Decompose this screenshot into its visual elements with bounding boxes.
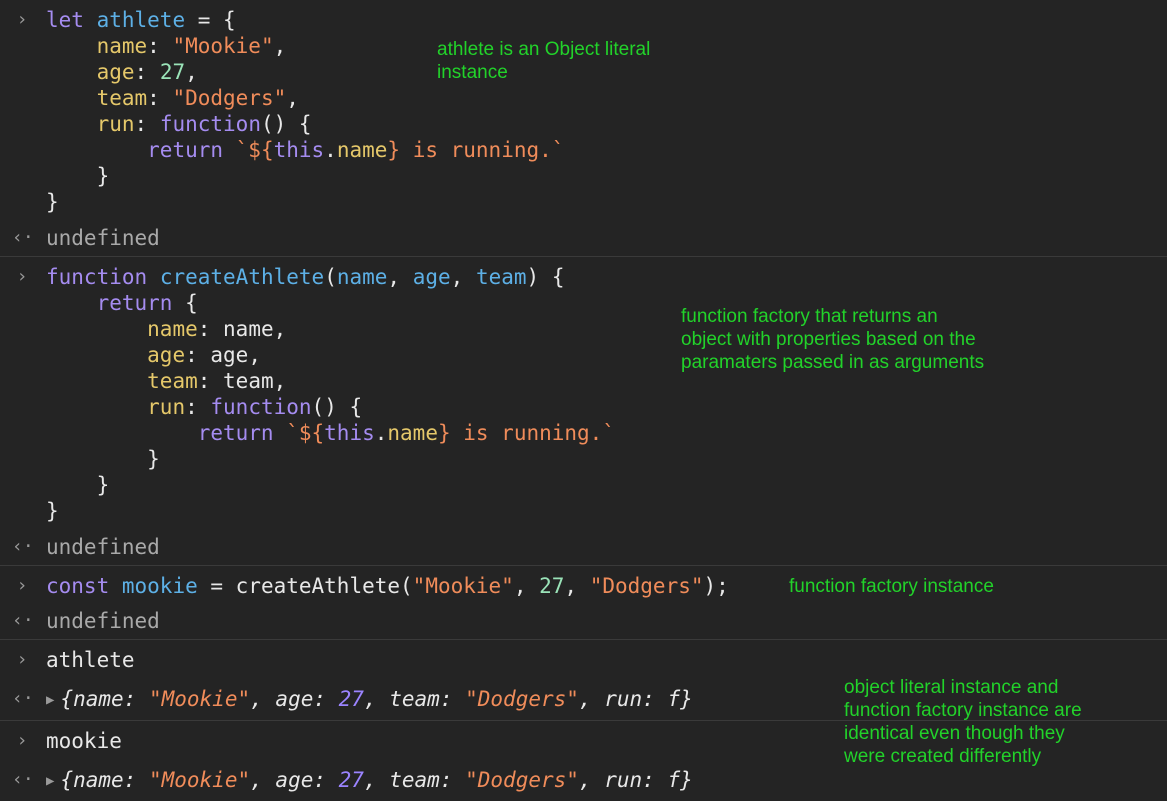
result-value: undefined <box>46 535 160 559</box>
result-arrow-icon: ‹· <box>12 610 34 631</box>
object-preview[interactable]: ▶ {name: "Mookie", age: 27, team: "Dodger… <box>46 686 693 713</box>
annotation-note: function factory that returns an object … <box>681 306 985 373</box>
code-line[interactable]: return `${this.name} is running.` <box>46 137 564 163</box>
object-preview[interactable]: ▶ {name: "Mookie", age: 27, team: "Dodger… <box>46 767 693 794</box>
code-line[interactable]: team: team, <box>46 368 286 394</box>
code-line[interactable]: } <box>46 163 110 189</box>
console-entry-function-factory: › function createAthlete(name, age, team… <box>0 257 1167 566</box>
code-line[interactable]: name: name, <box>46 316 286 342</box>
annotation-note: athlete is an Object literal instance <box>437 39 651 83</box>
result-arrow-icon: ‹· <box>12 769 34 790</box>
prompt-chevron-icon: › <box>16 730 28 751</box>
prompt-chevron-icon: › <box>16 649 28 670</box>
prompt-chevron-icon: › <box>16 9 28 30</box>
code-line[interactable]: team: "Dodgers", <box>46 85 299 111</box>
input-text[interactable]: mookie <box>46 728 122 754</box>
prompt-chevron-icon: › <box>16 575 28 596</box>
input-text[interactable]: athlete <box>46 647 135 673</box>
annotation-note-comparison: object literal instance and function fac… <box>844 677 1082 767</box>
result-arrow-icon: ‹· <box>12 688 34 709</box>
code-line[interactable]: } <box>46 472 110 498</box>
expand-triangle-icon[interactable]: ▶ <box>46 768 54 794</box>
console-entry-factory-call: › const mookie = createAthlete("Mookie",… <box>0 566 1167 640</box>
annotation-note: function factory instance <box>789 576 994 597</box>
expand-triangle-icon[interactable]: ▶ <box>46 687 54 713</box>
code-line[interactable]: const mookie = createAthlete("Mookie", 2… <box>46 573 729 599</box>
code-line[interactable]: } <box>46 498 59 524</box>
code-line[interactable]: run: function() { <box>46 111 312 137</box>
console-entry-athlete-literal: › let athlete = { name: "Mookie", age: 2… <box>0 0 1167 257</box>
code-line[interactable]: function createAthlete(name, age, team) … <box>46 264 564 290</box>
code-line[interactable]: let athlete = { <box>46 7 236 33</box>
result-value: undefined <box>46 226 160 250</box>
code-line[interactable]: age: 27, <box>46 59 198 85</box>
code-line[interactable]: } <box>46 446 160 472</box>
code-line[interactable]: name: "Mookie", <box>46 33 287 59</box>
prompt-chevron-icon: › <box>16 266 28 287</box>
result-value: undefined <box>46 609 160 633</box>
code-line[interactable]: } <box>46 189 59 215</box>
code-line[interactable]: return `${this.name} is running.` <box>46 420 615 446</box>
code-line[interactable]: age: age, <box>46 342 261 368</box>
code-line[interactable]: run: function() { <box>46 394 362 420</box>
result-arrow-icon: ‹· <box>12 536 34 557</box>
code-line[interactable]: return { <box>46 290 198 316</box>
result-arrow-icon: ‹· <box>12 227 34 248</box>
